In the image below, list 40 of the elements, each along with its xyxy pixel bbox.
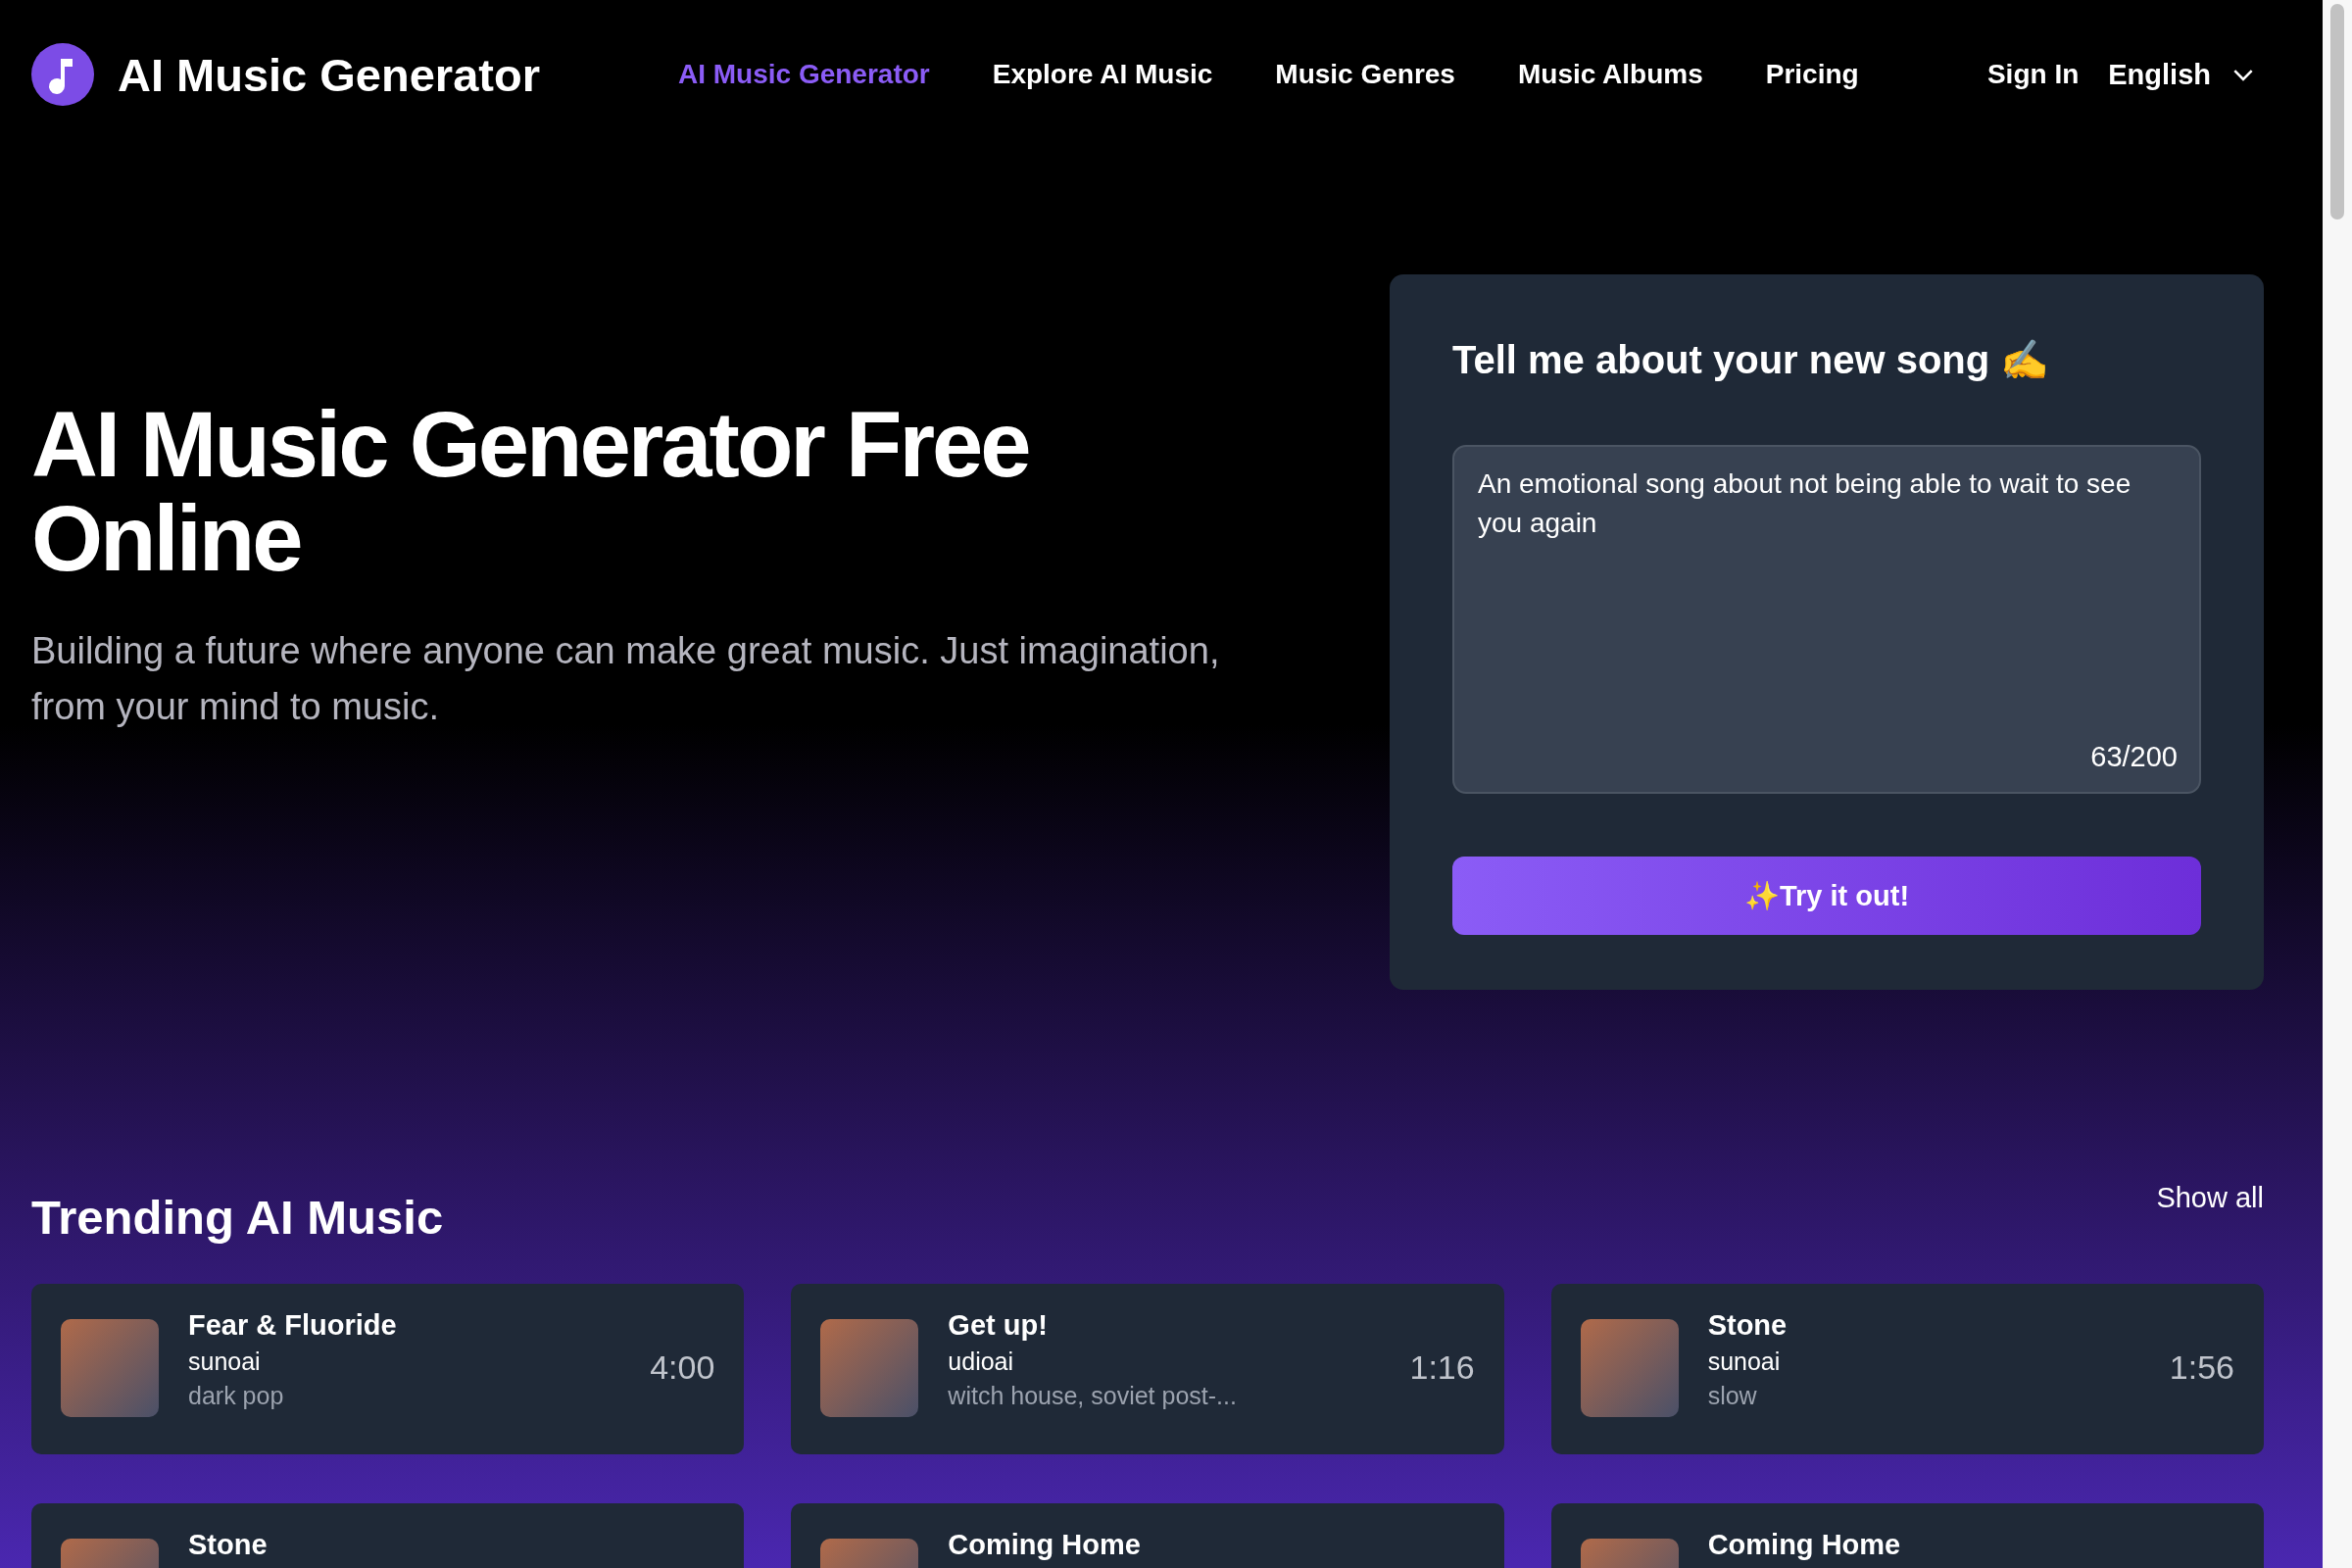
track-title: Coming Home xyxy=(948,1529,1142,1561)
track-card[interactable]: Get up! udioai witch house, soviet post-... 1:16 xyxy=(791,1284,1504,1454)
track-duration: 1:56 xyxy=(2169,1348,2234,1387)
chevron-down-icon xyxy=(2232,68,2254,81)
track-duration: 4:00 xyxy=(650,1348,715,1387)
track-title: Fear & Fluoride xyxy=(188,1309,398,1342)
nav-link[interactable]: Pricing xyxy=(1765,59,1859,90)
track-card[interactable]: Coming Home xyxy=(791,1503,1504,1568)
track-title: Stone xyxy=(188,1529,269,1561)
section-title: Trending AI Music xyxy=(31,1190,444,1245)
hero-title: AI Music Generator Free Online xyxy=(31,398,1030,586)
track-card[interactable]: Stone xyxy=(31,1503,745,1568)
nav-link[interactable]: Music Albums xyxy=(1517,59,1703,90)
track-artist: udioai xyxy=(948,1348,1015,1376)
prompt-title: Tell me about your new song ✍ xyxy=(1452,337,2051,383)
track-duration: 1:16 xyxy=(1409,1348,1475,1387)
scrollbar[interactable] xyxy=(2323,0,2352,1568)
track-card[interactable]: Fear & Fluoride sunoai dark pop 4:00 xyxy=(31,1284,745,1454)
track-title: Stone xyxy=(1707,1309,1788,1342)
track-card[interactable]: Coming Home xyxy=(1550,1503,2264,1568)
show-all-link[interactable]: Show all xyxy=(2156,1178,2264,1214)
song-description-field[interactable]: An emotional song about not being able to wait to see you again 63/200 xyxy=(1452,445,2201,794)
track-artist: sunoai xyxy=(188,1348,262,1376)
track-tags: dark pop xyxy=(188,1382,621,1410)
site-name: AI Music Generator xyxy=(118,47,540,102)
track-artist: sunoai xyxy=(1707,1348,1782,1376)
hero-subtitle: Building a future where anyone can make great music. Just imagination, from your mind to music. xyxy=(31,629,1221,729)
track-tags: slow xyxy=(1707,1382,2140,1410)
nav-link[interactable]: Music Genres xyxy=(1275,59,1455,90)
nav-link[interactable]: AI Music Generator xyxy=(678,59,930,90)
track-card[interactable]: Stone sunoai slow 1:56 xyxy=(1550,1284,2264,1454)
track-title: Get up! xyxy=(948,1309,1049,1342)
sign-in-link[interactable]: Sign In xyxy=(1986,59,2080,90)
music-note-logo-icon xyxy=(31,43,94,106)
track-tags: witch house, soviet post-... xyxy=(948,1382,1381,1410)
character-counter: 63/200 xyxy=(2090,740,2178,774)
track-title: Coming Home xyxy=(1707,1529,1902,1561)
nav-link[interactable]: Explore AI Music xyxy=(992,59,1213,90)
language-selector[interactable]: English xyxy=(2108,58,2254,91)
try-it-out-button[interactable]: ✨Try it out! xyxy=(1452,857,2201,935)
